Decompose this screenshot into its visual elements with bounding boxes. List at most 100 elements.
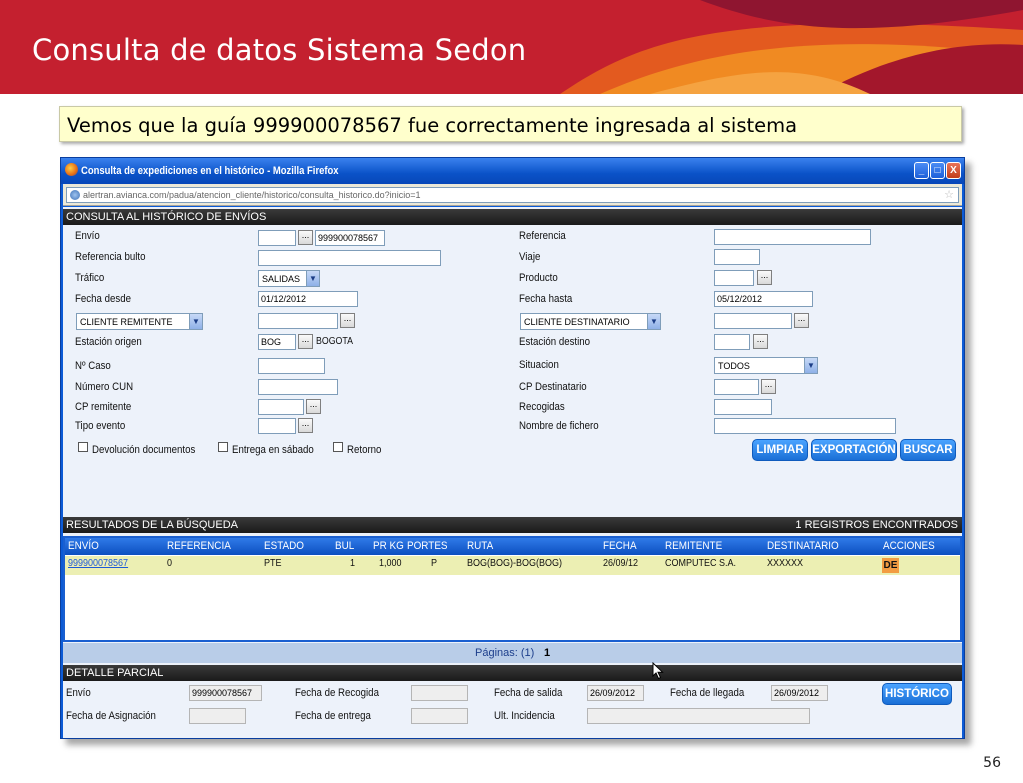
estacion-destino-input[interactable] (714, 334, 750, 350)
label-fecha-salida: Fecha de salida (494, 687, 563, 699)
minimize-button[interactable]: _ (914, 162, 929, 179)
table-row[interactable]: 999900078567 0 PTE 1 1,000 P BOG(BOG)-BO… (65, 556, 960, 575)
trafico-selected: SALIDAS (262, 274, 301, 284)
col-envio[interactable]: ENVÍO (68, 540, 99, 552)
fecha-desde-input[interactable]: 01/12/2012 (258, 291, 358, 307)
col-ruta[interactable]: RUTA (467, 540, 493, 552)
cliente-remitente-lookup-button[interactable]: ... (340, 313, 355, 328)
numero-cun-input[interactable] (258, 379, 338, 395)
detalle-envio-action[interactable]: DE (882, 558, 899, 573)
maximize-button[interactable]: □ (930, 162, 945, 179)
page-content: CONSULTA AL HISTÓRICO DE ENVÍOS Envío ..… (63, 207, 962, 738)
slide-title: Consulta de datos Sistema Sedon (32, 33, 527, 67)
cell-estado: PTE (264, 558, 282, 569)
cliente-destinatario-lookup-button[interactable]: ... (794, 313, 809, 328)
col-bul[interactable]: BUL (335, 540, 354, 552)
envio-link[interactable]: 999900078567 (68, 558, 128, 569)
cell-ruta: BOG(BOG)-BOG(BOG) (467, 558, 563, 569)
cliente-remitente-select[interactable]: CLIENTE REMITENTE ▼ (76, 313, 203, 330)
label-fecha-hasta: Fecha hasta (519, 293, 573, 305)
cp-remitente-lookup-button[interactable]: ... (306, 399, 321, 414)
label-cp-destinatario: CP Destinatario (519, 381, 587, 393)
col-acciones[interactable]: ACCIONES (883, 540, 935, 552)
cp-destinatario-input[interactable] (714, 379, 759, 395)
col-remitente[interactable]: REMITENTE (665, 540, 722, 552)
page-1-link[interactable]: 1 (544, 647, 550, 659)
bookmark-star-icon[interactable]: ☆ (944, 188, 954, 201)
situacion-selected: TODOS (718, 361, 750, 371)
nombre-fichero-input[interactable] (714, 418, 896, 434)
retorno-label: Retorno (347, 444, 382, 456)
cp-destinatario-lookup-button[interactable]: ... (761, 379, 776, 394)
label-fecha-desde: Fecha desde (75, 293, 131, 305)
estacion-destino-lookup-button[interactable]: ... (753, 334, 768, 349)
cliente-remitente-selected: CLIENTE REMITENTE (80, 317, 173, 327)
fecha-llegada-field: 26/09/2012 (771, 685, 828, 701)
envio-prefix-input[interactable] (258, 230, 296, 246)
col-estado[interactable]: ESTADO (264, 540, 304, 552)
label-trafico: Tráfico (75, 272, 105, 284)
fecha-asignacion-field (189, 708, 246, 724)
producto-lookup-button[interactable]: ... (757, 270, 772, 285)
firefox-icon (65, 163, 78, 176)
label-n-caso: Nº Caso (75, 360, 111, 372)
label-viaje: Viaje (519, 251, 541, 263)
col-fecha[interactable]: FECHA (603, 540, 637, 552)
n-caso-input[interactable] (258, 358, 325, 374)
cell-fecha: 26/09/12 (603, 558, 639, 569)
callout-note: Vemos que la guía 999900078567 fue corre… (59, 106, 962, 142)
referencia-bulto-input[interactable] (258, 250, 441, 266)
cliente-destinatario-input[interactable] (714, 313, 792, 329)
window-title: Consulta de expediciones en el histórico… (81, 165, 339, 177)
label-numero-cun: Número CUN (75, 381, 134, 393)
situacion-select[interactable]: TODOS ▼ (714, 357, 818, 374)
tipo-evento-input[interactable] (258, 418, 296, 434)
cp-remitente-input[interactable] (258, 399, 304, 415)
label-nombre-fichero: Nombre de fichero (519, 420, 599, 432)
envio-lookup-button[interactable]: ... (298, 230, 313, 245)
trafico-select[interactable]: SALIDAS ▼ (258, 270, 320, 287)
tipo-evento-lookup-button[interactable]: ... (298, 418, 313, 433)
fecha-hasta-input[interactable]: 05/12/2012 (714, 291, 813, 307)
cell-bul: 1 (350, 558, 356, 569)
col-destinatario[interactable]: DESTINATARIO (767, 540, 839, 552)
retorno-checkbox[interactable] (333, 442, 343, 452)
cliente-remitente-input[interactable] (258, 313, 338, 329)
window-titlebar[interactable]: Consulta de expediciones en el histórico… (61, 158, 964, 184)
recogidas-input[interactable] (714, 399, 772, 415)
viaje-input[interactable] (714, 249, 760, 265)
slide-banner: Consulta de datos Sistema Sedon (0, 0, 1023, 94)
col-referencia[interactable]: REFERENCIA (167, 540, 231, 552)
col-pr-kg[interactable]: PR KG (373, 540, 404, 552)
historico-button[interactable]: HISTÓRICO (882, 683, 952, 705)
results-title: RESULTADOS DE LA BÚSQUEDA (66, 519, 238, 531)
cliente-destinatario-select[interactable]: CLIENTE DESTINATARIO ▼ (520, 313, 661, 330)
label-fecha-entrega: Fecha de entrega (295, 710, 371, 722)
fecha-recogida-field (411, 685, 468, 701)
cell-remitente: COMPUTEC S.A. (665, 558, 737, 569)
col-portes[interactable]: PORTES (407, 540, 448, 552)
close-button[interactable]: X (946, 162, 961, 179)
fecha-entrega-field (411, 708, 468, 724)
buscar-button[interactable]: BUSCAR (900, 439, 956, 461)
label-cp-remitente: CP remitente (75, 401, 132, 413)
devolucion-documentos-checkbox[interactable] (78, 442, 88, 452)
pages-label: Páginas: (1) (475, 647, 535, 659)
limpiar-button[interactable]: LIMPIAR (752, 439, 808, 461)
estacion-origen-lookup-button[interactable]: ... (298, 334, 313, 349)
detail-section-header: DETALLE PARCIAL (63, 665, 962, 681)
devolucion-documentos-label: Devolución documentos (92, 444, 196, 456)
cell-pr-kg: 1,000 (379, 558, 402, 569)
exportacion-button[interactable]: EXPORTACIÓN (811, 439, 897, 461)
url-field[interactable]: alertran.avianca.com/padua/atencion_clie… (66, 187, 959, 203)
chevron-down-icon: ▼ (647, 314, 660, 329)
producto-input[interactable] (714, 270, 754, 286)
envio-input[interactable]: 999900078567 (315, 230, 385, 246)
cliente-destinatario-selected: CLIENTE DESTINATARIO (524, 317, 630, 327)
referencia-input[interactable] (714, 229, 871, 245)
estacion-origen-input[interactable]: BOG (258, 334, 296, 350)
entrega-sabado-checkbox[interactable] (218, 442, 228, 452)
detail-envio-field: 999900078567 (189, 685, 262, 701)
mouse-cursor-icon (652, 662, 664, 680)
navigation-bar: alertran.avianca.com/padua/atencion_clie… (63, 184, 962, 206)
